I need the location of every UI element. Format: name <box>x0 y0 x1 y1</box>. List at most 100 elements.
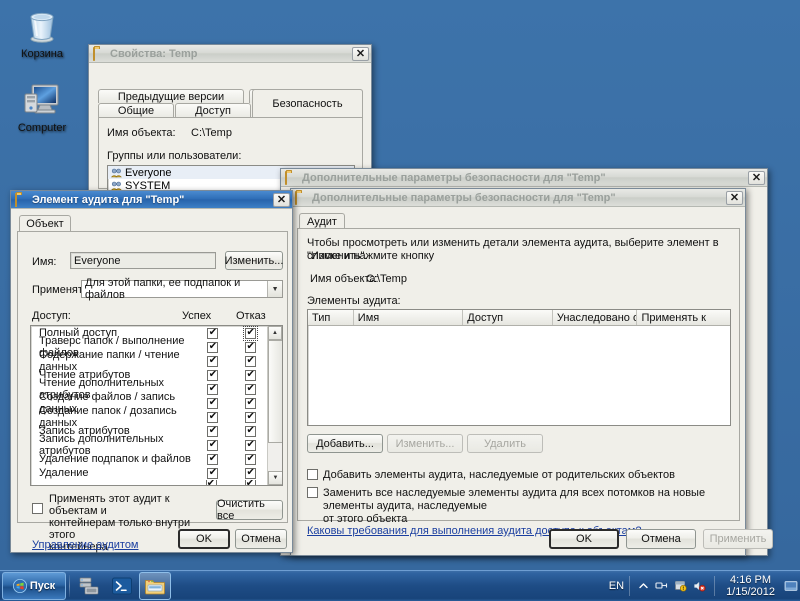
properties-titlebar[interactable]: Свойства: Temp ✕ <box>89 45 371 63</box>
close-icon[interactable]: ✕ <box>352 46 369 61</box>
permission-deny-checkbox[interactable]: ✔ <box>245 341 257 353</box>
clock-date: 1/15/2012 <box>726 586 775 598</box>
permission-row[interactable]: Содержание папки / чтение данных ✔ ✔ <box>31 349 269 373</box>
permission-success-checkbox[interactable]: ✔ <box>207 411 219 423</box>
permission-success-checkbox[interactable]: ✔ <box>207 341 219 353</box>
permission-row[interactable]: ✔ ✔ <box>31 480 269 485</box>
show-hidden-icons[interactable] <box>638 581 649 592</box>
explorer-folder-icon <box>145 580 165 595</box>
permission-deny-checkbox[interactable]: ✔ <box>245 355 257 367</box>
permission-success-checkbox[interactable]: ✔ <box>207 383 219 395</box>
advanced-security-window[interactable]: Дополнительные параметры безопасности дл… <box>290 188 773 556</box>
advanced-titlebar[interactable]: Дополнительные параметры безопасности дл… <box>291 189 745 207</box>
permission-success-checkbox[interactable]: ✔ <box>207 453 219 465</box>
advanced-cancel-button[interactable]: Отмена <box>626 529 696 549</box>
volume-muted-icon[interactable] <box>693 580 706 592</box>
advanced-back-titlebar[interactable]: Дополнительные параметры безопасности дл… <box>281 169 767 187</box>
tab-security[interactable]: Безопасность <box>252 89 363 118</box>
advanced-apply-button[interactable]: Применить <box>703 529 773 549</box>
permission-deny-checkbox[interactable]: ✔ <box>245 467 257 479</box>
scrollbar-thumb[interactable] <box>268 340 282 443</box>
list-item-label: Everyone <box>125 166 172 179</box>
network-icon[interactable] <box>655 580 668 592</box>
add-button[interactable]: Добавить... <box>307 434 383 453</box>
desktop-icon-recycle-bin[interactable]: Корзина <box>4 6 80 60</box>
permission-deny-checkbox[interactable]: ✔ <box>244 480 256 485</box>
change-name-button[interactable]: Изменить... <box>225 251 283 270</box>
permission-deny-checkbox[interactable]: ✔ <box>245 425 257 437</box>
permission-success-checkbox[interactable]: ✔ <box>207 467 219 479</box>
include-inheritable-label: Добавить элементы аудита, наследуемые от… <box>323 469 675 481</box>
apply-to-combobox[interactable]: Для этой папки, ее подпапок и файлов ▼ <box>81 277 283 301</box>
permission-success-checkbox[interactable]: ✔ <box>207 369 219 381</box>
permission-deny-checkbox[interactable]: ✔ <box>245 439 257 451</box>
permission-row[interactable]: Удаление ✔ ✔ <box>31 466 269 480</box>
clock[interactable]: 4:16 PM 1/15/2012 <box>720 574 781 598</box>
permission-success-checkbox[interactable]: ✔ <box>207 327 219 339</box>
audit-entry-cancel-button[interactable]: Отмена <box>235 529 287 549</box>
include-inheritable-checkbox[interactable] <box>307 469 318 480</box>
taskbar[interactable]: Пуск EN 4:16 PM 1/15/2012 <box>0 570 800 601</box>
recycle-bin-icon <box>4 6 80 46</box>
close-icon[interactable]: ✕ <box>726 190 743 205</box>
edit-button[interactable]: Изменить... <box>387 434 463 453</box>
apply-within-container-checkbox[interactable] <box>32 503 43 514</box>
audit-entry-ok-button[interactable]: OK <box>178 529 230 549</box>
scroll-up-arrow-icon[interactable]: ▲ <box>268 326 282 340</box>
system-tray[interactable]: EN 4:16 PM 1/15/2012 <box>609 571 800 601</box>
audit-entries-table[interactable]: Тип Имя Доступ Унаследовано от Применять… <box>307 309 731 426</box>
clear-all-button[interactable]: Очистить все <box>216 498 283 522</box>
permission-deny-checkbox[interactable]: ✔ <box>245 453 257 465</box>
permission-row[interactable]: Создание папок / дозапись данных ✔ ✔ <box>31 405 269 429</box>
close-icon[interactable]: ✕ <box>748 170 765 185</box>
replace-inheritable-checkbox[interactable] <box>307 487 318 498</box>
scroll-down-arrow-icon[interactable]: ▼ <box>268 471 282 485</box>
folder-icon <box>15 192 28 207</box>
remove-button[interactable]: Удалить <box>467 434 543 453</box>
permission-success-checkbox[interactable]: ✔ <box>207 439 219 451</box>
tab-general[interactable]: Общие <box>98 103 174 118</box>
permissions-listbox[interactable]: Полный доступ ✔ ✔ Траверс папок / выполн… <box>30 325 283 486</box>
taskbar-item-server-manager[interactable] <box>73 572 105 600</box>
start-button[interactable]: Пуск <box>2 572 66 600</box>
permission-deny-checkbox[interactable]: ✔ <box>245 369 257 381</box>
advanced-ok-button[interactable]: OK <box>549 529 619 549</box>
tab-object[interactable]: Объект <box>19 215 71 232</box>
replace-inheritable-row[interactable]: Заменить все наследуемые элементы аудита… <box>307 487 732 526</box>
chevron-down-icon[interactable]: ▼ <box>267 281 282 297</box>
tab-previous-versions[interactable]: Предыдущие версии <box>98 89 244 103</box>
advanced-back-title: Дополнительные параметры безопасности дл… <box>302 171 606 184</box>
name-label: Имя: <box>32 256 57 268</box>
permission-success-checkbox[interactable]: ✔ <box>205 480 217 485</box>
manage-audit-link[interactable]: Управление аудитом <box>32 539 139 551</box>
audit-entries-label: Элементы аудита: <box>307 295 401 307</box>
audit-entry-titlebar[interactable]: Элемент аудита для "Temp" ✕ <box>11 191 292 209</box>
permission-deny-checkbox[interactable]: ✔ <box>245 411 257 423</box>
permission-deny-checkbox[interactable]: ✔ <box>245 383 257 395</box>
include-inheritable-row[interactable]: Добавить элементы аудита, наследуемые от… <box>307 469 732 481</box>
permission-success-checkbox[interactable]: ✔ <box>207 425 219 437</box>
desktop[interactable]: Корзина Computer Свойства: Temp ✕ Предыд… <box>0 0 800 570</box>
close-icon[interactable]: ✕ <box>273 192 290 207</box>
permission-success-checkbox[interactable]: ✔ <box>207 397 219 409</box>
permission-row[interactable]: Удаление подпапок и файлов ✔ ✔ <box>31 452 269 466</box>
tab-sharing[interactable]: Доступ <box>175 103 251 118</box>
permission-row[interactable]: Запись дополнительных атрибутов ✔ ✔ <box>31 433 269 457</box>
permission-deny-checkbox[interactable]: ✔ <box>243 326 259 341</box>
security-flag-icon[interactable] <box>674 580 687 592</box>
taskbar-item-explorer[interactable] <box>139 572 171 600</box>
permissions-scrollbar[interactable]: ▲ ▼ <box>267 326 282 485</box>
advanced-object-name-value: C:\Temp <box>366 273 407 285</box>
column-header-apply-to: Применять к <box>641 311 706 324</box>
show-desktop-button[interactable] <box>784 580 798 592</box>
tab-audit[interactable]: Аудит <box>299 213 345 229</box>
permission-deny-checkbox[interactable]: ✔ <box>245 397 257 409</box>
name-field[interactable]: Everyone <box>70 252 216 269</box>
desktop-icon-computer[interactable]: Computer <box>4 80 80 134</box>
audit-entry-window[interactable]: Элемент аудита для "Temp" ✕ Объект Имя: … <box>10 190 293 553</box>
taskbar-item-powershell[interactable] <box>106 572 138 600</box>
apply-within-container-line2: контейнерам только внутри этого <box>49 517 191 541</box>
language-indicator[interactable]: EN <box>609 580 624 592</box>
column-header-inherited-from: Унаследовано от <box>553 310 638 325</box>
permission-success-checkbox[interactable]: ✔ <box>207 355 219 367</box>
